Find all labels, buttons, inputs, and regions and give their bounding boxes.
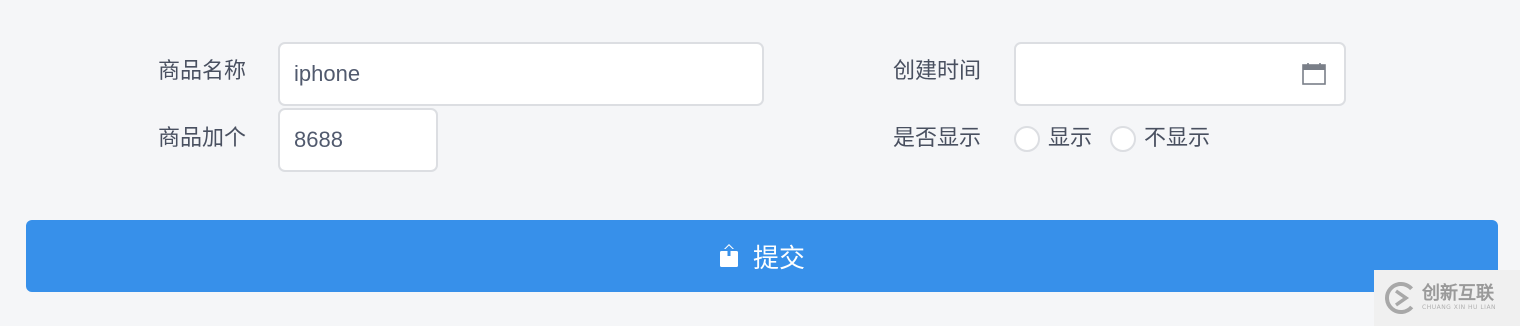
radio-hide[interactable]: 不显示 [1110, 124, 1210, 154]
visible-radio-group: 显示 不显示 [1014, 124, 1228, 154]
created-time-picker[interactable] [1014, 42, 1346, 106]
radio-hide-circle[interactable] [1110, 126, 1137, 152]
watermark-subtext: CHUANG XIN HU LIAN [1422, 304, 1497, 311]
radio-show-label: 显示 [1048, 126, 1093, 151]
submit-label: 提交 [752, 242, 805, 273]
watermark-text: 创新互联 [1422, 283, 1494, 304]
calendar-icon[interactable] [1302, 62, 1326, 86]
name-label: 商品名称 [158, 59, 247, 84]
radio-show-circle[interactable] [1014, 126, 1040, 152]
radio-show[interactable]: 显示 [1014, 124, 1092, 154]
price-label: 商品加个 [158, 126, 247, 151]
radio-hide-label: 不显示 [1144, 126, 1211, 151]
upload-icon [719, 244, 738, 267]
name-input[interactable] [278, 42, 764, 106]
created-time-label: 创建时间 [893, 59, 982, 84]
submit-button[interactable]: 提交 [26, 220, 1498, 292]
price-input[interactable] [278, 108, 438, 172]
visible-label: 是否显示 [893, 126, 982, 151]
watermark: 创新互联 CHUANG XIN HU LIAN [1374, 270, 1520, 326]
watermark-logo-icon [1385, 282, 1417, 314]
